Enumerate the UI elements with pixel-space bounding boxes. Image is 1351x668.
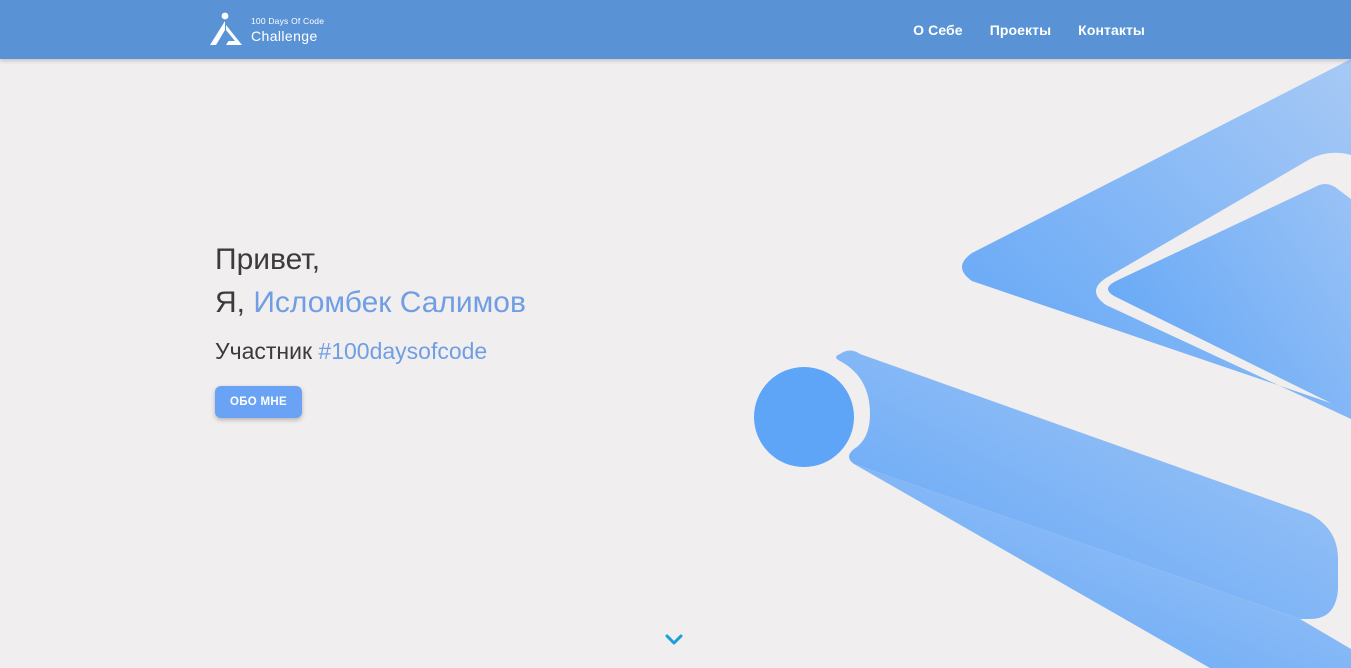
nav-link-projects[interactable]: Проекты xyxy=(990,22,1051,38)
brand-text: 100 Days Of Code Challenge xyxy=(251,15,324,43)
hero-role-prefix: Участник xyxy=(215,338,319,364)
hero-name-prefix: Я, xyxy=(215,286,254,319)
hero-name: Исломбек Салимов xyxy=(253,286,526,319)
navbar: 100 Days Of Code Challenge О Себе Проект… xyxy=(0,0,1351,59)
nav-link-about[interactable]: О Себе xyxy=(913,22,963,38)
nav-link-contacts[interactable]: Контакты xyxy=(1078,22,1145,38)
100-days-logo-icon xyxy=(210,12,242,45)
hero-role-tag: #100daysofcode xyxy=(318,338,488,364)
hero-role-line: Участник #100daysofcode xyxy=(215,338,487,365)
hero-name-line: Я, Исломбек Салимов xyxy=(215,286,526,320)
brand-small-text: 100 Days Of Code xyxy=(251,16,325,27)
brand-link[interactable]: 100 Days Of Code Challenge xyxy=(206,9,324,49)
logo-triangle-decoration xyxy=(754,59,1351,668)
hero-greeting: Привет, xyxy=(215,243,321,276)
nav-links: О Себе Проекты Контакты xyxy=(886,0,1145,59)
brand-title: Challenge xyxy=(251,27,318,44)
chevron-down-icon[interactable] xyxy=(664,631,684,647)
about-me-button[interactable]: ОБО МНЕ xyxy=(215,386,302,418)
page: 100 Days Of Code Challenge О Себе Проект… xyxy=(0,0,1351,668)
